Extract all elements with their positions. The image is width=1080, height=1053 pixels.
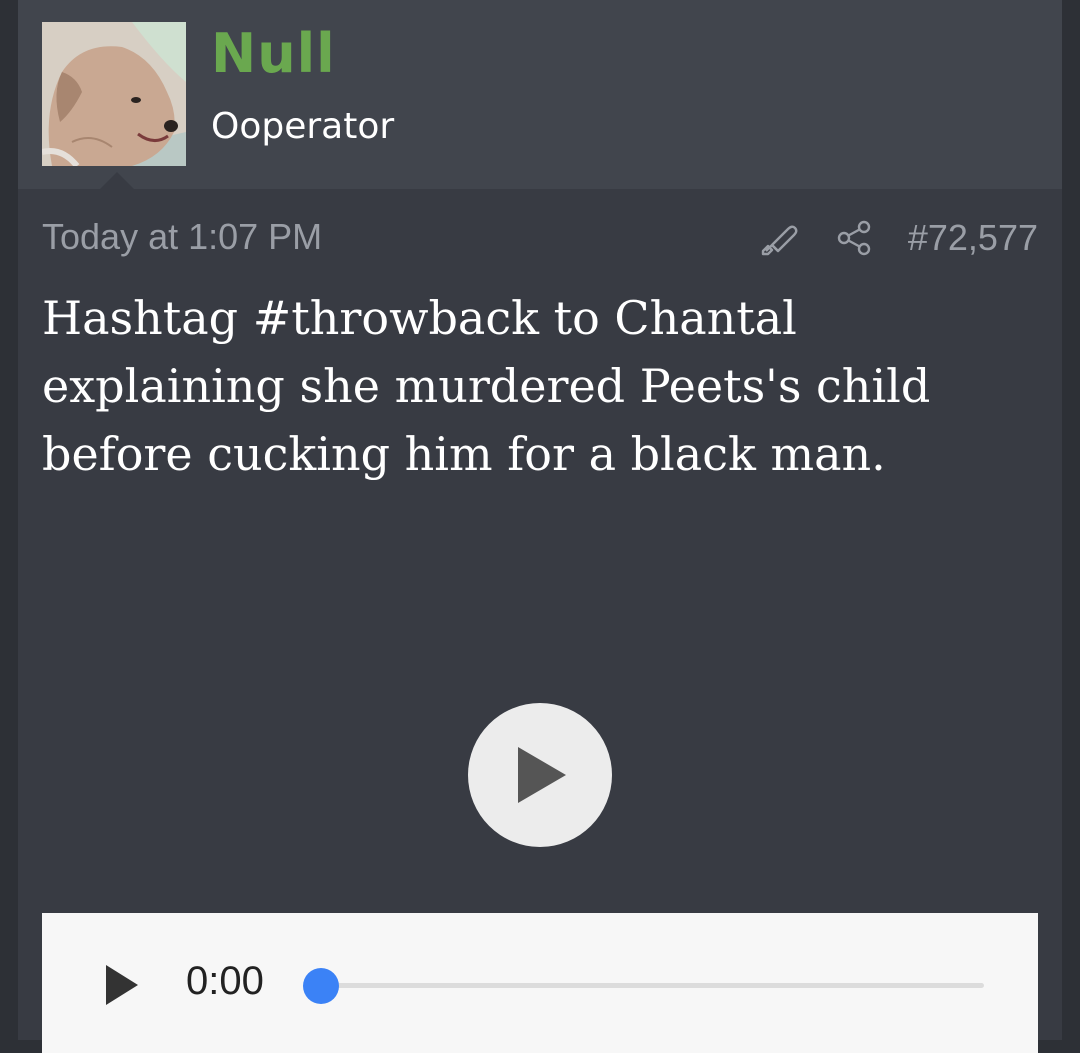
audio-player: 0:00 — [42, 913, 1038, 1053]
post-number[interactable]: #72,577 — [908, 217, 1038, 259]
audio-seek-bar[interactable] — [322, 983, 984, 988]
audio-time: 0:00 — [186, 959, 264, 1003]
play-icon — [106, 965, 138, 1005]
audio-play-button[interactable] — [102, 961, 142, 1009]
post-actions: #72,577 — [756, 212, 1038, 264]
post-date[interactable]: Today at 1:07 PM — [42, 216, 322, 258]
play-icon — [518, 747, 566, 803]
highlighter-icon[interactable] — [756, 215, 802, 261]
user-title: Ooperator — [211, 106, 395, 147]
dog-avatar-image — [42, 22, 186, 166]
avatar-pointer — [100, 172, 134, 189]
avatar[interactable] — [42, 22, 186, 166]
post-header: Null Ooperator — [18, 0, 1062, 189]
post: Null Ooperator Today at 1:07 PM #72,577 … — [18, 0, 1062, 1053]
audio-seek-thumb[interactable] — [303, 968, 339, 1004]
video-play-button[interactable] — [468, 703, 612, 847]
username[interactable]: Null — [211, 22, 336, 85]
post-message: Hashtag #throwback to Chantal explaining… — [42, 291, 931, 481]
share-icon[interactable] — [832, 215, 878, 261]
